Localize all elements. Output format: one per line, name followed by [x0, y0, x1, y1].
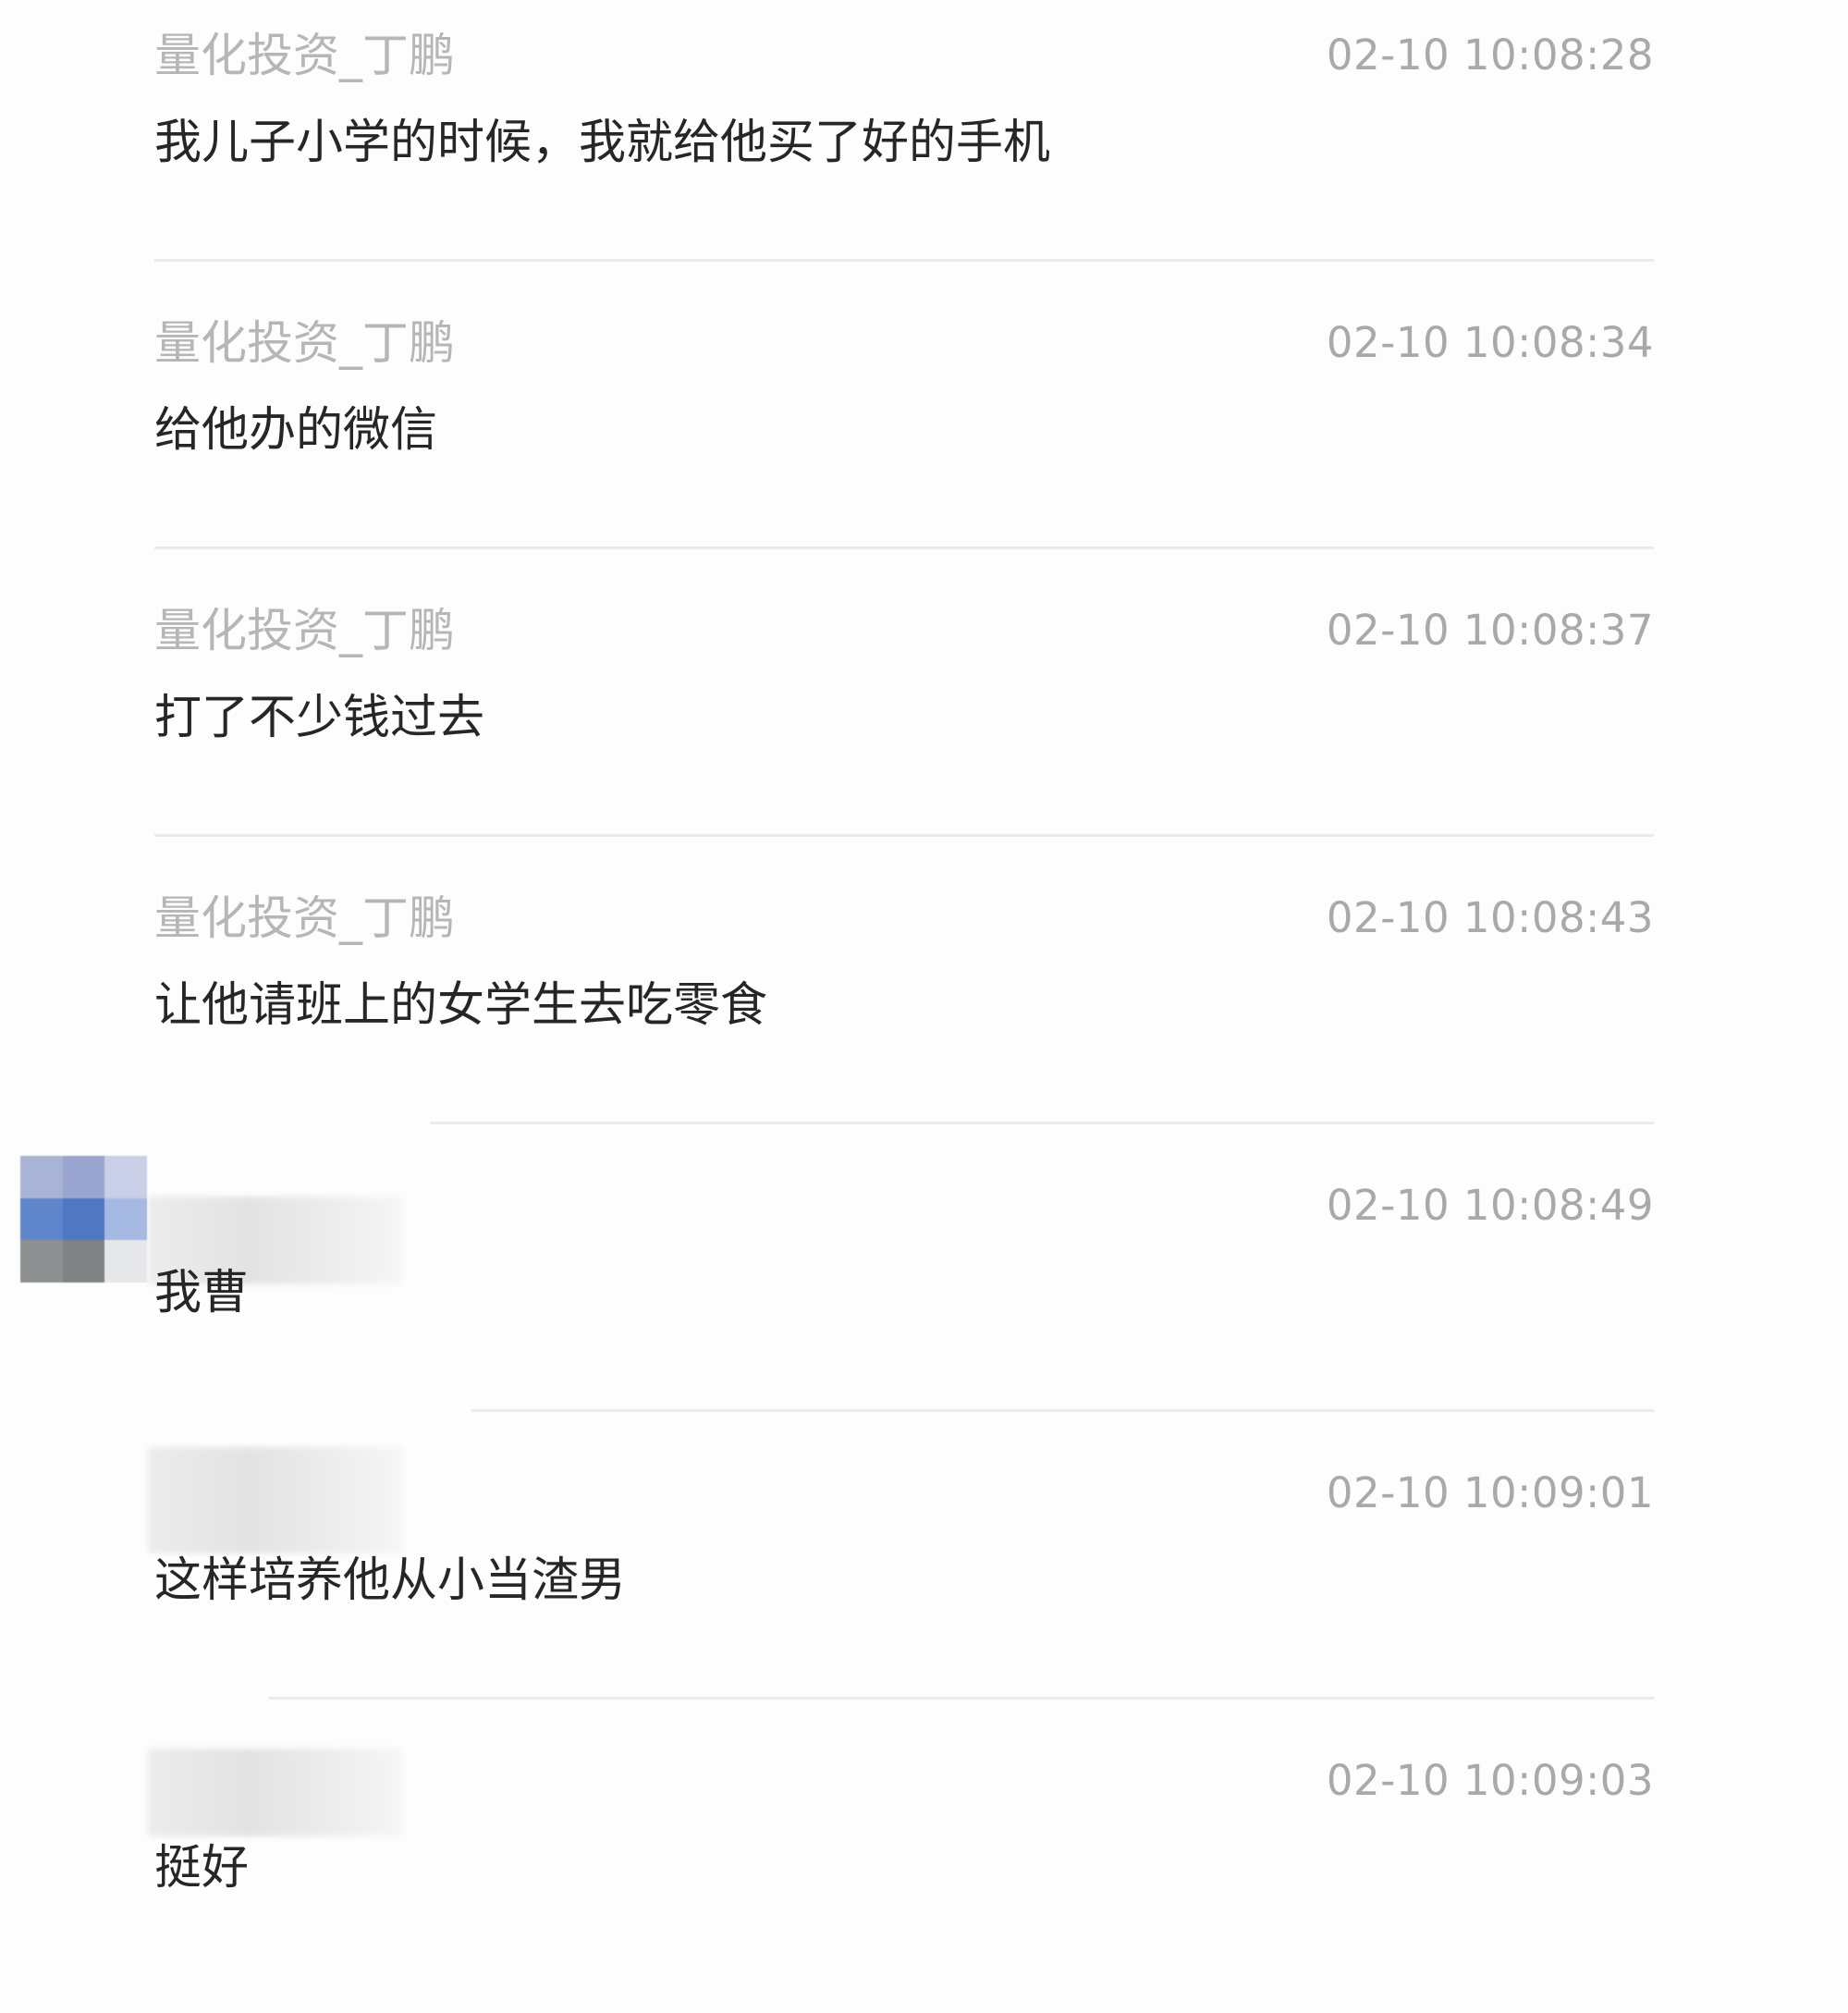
- avatar-mosaic-cell: [104, 1197, 147, 1241]
- message-text: 打了不少钱过去: [154, 691, 485, 745]
- message-divider: [154, 834, 1654, 837]
- avatar-mosaic-cell: [62, 1197, 105, 1241]
- avatar-mosaic-cell: [104, 1156, 147, 1198]
- avatar-mosaic-cell: [20, 1240, 63, 1283]
- message-sender[interactable]: 量化投资_丁鹏: [154, 890, 455, 946]
- message-divider: [154, 546, 1654, 549]
- avatar-mosaic-cell: [62, 1156, 105, 1198]
- message-text: 我儿子小学的时候，我就给他买了好的手机: [154, 116, 1051, 170]
- message-timestamp: 02-10 10:08:28: [1326, 31, 1654, 80]
- message-divider: [471, 1409, 1654, 1412]
- chat-message: 02-10 10:08:49 我曹: [0, 1150, 1848, 1438]
- message-timestamp: 02-10 10:08:49: [1326, 1181, 1654, 1230]
- chat-message: 02-10 10:09:01 这样培养他从小当渣男: [0, 1438, 1848, 1725]
- message-text: 让他请班上的女学生去吃零食: [154, 978, 768, 1033]
- message-text: 我曹: [154, 1266, 250, 1320]
- message-timestamp: 02-10 10:08:43: [1326, 893, 1654, 942]
- message-timestamp: 02-10 10:09:03: [1326, 1756, 1654, 1805]
- sender-name-blurred: [148, 1447, 402, 1553]
- message-divider: [430, 1122, 1654, 1124]
- chat-message: 02-10 10:09:03 挺好: [0, 1725, 1848, 2013]
- message-timestamp: 02-10 10:09:01: [1326, 1468, 1654, 1517]
- avatar-mosaic-cell: [104, 1240, 147, 1283]
- chat-message: 量化投资_丁鹏 02-10 10:08:43 让他请班上的女学生去吃零食: [0, 863, 1848, 1150]
- avatar-mosaic-cell: [62, 1240, 105, 1283]
- message-timestamp: 02-10 10:08:34: [1326, 318, 1654, 367]
- avatar-mosaic-cell: [20, 1156, 63, 1198]
- avatar-mosaic-cell: [20, 1197, 63, 1241]
- message-sender[interactable]: 量化投资_丁鹏: [154, 315, 455, 371]
- sender-name-blurred: [148, 1749, 402, 1836]
- message-text: 给他办的微信: [154, 403, 438, 458]
- message-divider: [268, 1697, 1654, 1700]
- message-text: 这样培养他从小当渣男: [154, 1553, 627, 1608]
- chat-message: 量化投资_丁鹏 02-10 10:08:28 我儿子小学的时候，我就给他买了好的…: [0, 0, 1848, 288]
- chat-message-list[interactable]: 量化投资_丁鹏 02-10 10:08:28 我儿子小学的时候，我就给他买了好的…: [0, 0, 1848, 1896]
- chat-message: 量化投资_丁鹏 02-10 10:08:34 给他办的微信: [0, 288, 1848, 575]
- avatar[interactable]: [20, 1156, 147, 1283]
- message-sender[interactable]: 量化投资_丁鹏: [154, 28, 455, 83]
- message-divider: [154, 259, 1654, 262]
- message-timestamp: 02-10 10:08:37: [1326, 606, 1654, 655]
- chat-message: 量化投资_丁鹏 02-10 10:08:37 打了不少钱过去: [0, 575, 1848, 863]
- message-text: 挺好: [154, 1841, 250, 1896]
- message-sender[interactable]: 量化投资_丁鹏: [154, 603, 455, 658]
